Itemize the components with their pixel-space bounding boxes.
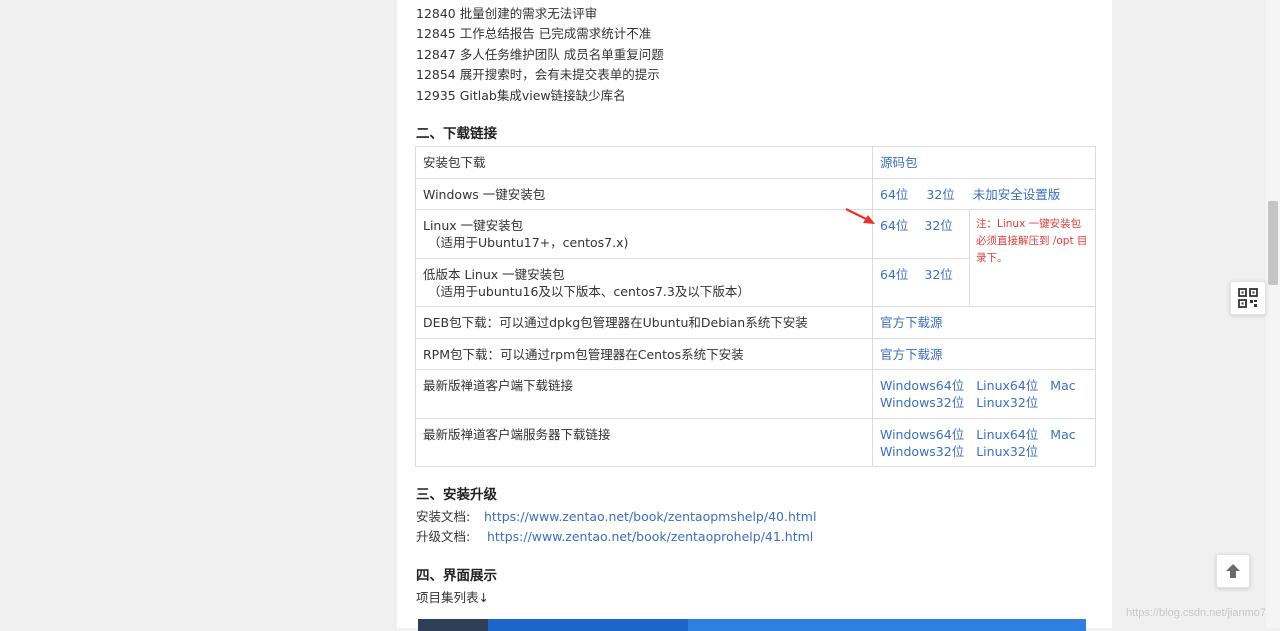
upgrade-doc-label: 升级文档: — [416, 529, 471, 544]
linux-package-sub: （适用于Ubuntu17+，centos7.x) — [428, 235, 629, 250]
changelog-item: 12840 批量创建的需求无法评审 — [416, 6, 598, 21]
table-header-left: 安装包下载 — [415, 146, 873, 179]
windows-package-label: Windows 一键安装包 — [415, 178, 873, 210]
install-doc-line: 安装文档: https://www.zentao.net/book/zentaop… — [416, 507, 816, 527]
windows-32-link[interactable]: 32位 — [926, 187, 954, 202]
upgrade-doc-link[interactable]: https://www.zentao.net/book/zentaoprohel… — [487, 529, 813, 544]
changelog-item: 12845 工作总结报告 已完成需求统计不准 — [416, 26, 652, 41]
qr-code-icon — [1238, 288, 1258, 308]
linux-old-package-label: 低版本 Linux 一键安装包 — [423, 267, 565, 282]
client-win64-link[interactable]: Windows64位 — [880, 378, 964, 393]
section-title-download: 二、下载链接 — [416, 126, 497, 142]
upgrade-doc-line: 升级文档: https://www.zentao.net/book/zentaop… — [416, 527, 813, 547]
rpm-source-link[interactable]: 官方下载源 — [880, 347, 943, 362]
section-title-install: 三、安装升级 — [416, 487, 497, 503]
install-doc-label: 安装文档: — [416, 509, 471, 524]
rpm-package-label: RPM包下载：可以通过rpm包管理器在Centos系统下安装 — [415, 338, 873, 370]
arrow-up-icon — [1226, 564, 1240, 578]
linux-package-cell: Linux 一键安装包 （适用于Ubuntu17+，centos7.x) — [415, 209, 873, 259]
client-mac-link[interactable]: Mac — [1050, 378, 1075, 393]
server-linux64-link[interactable]: Linux64位 — [976, 427, 1038, 442]
changelog-item: 12854 展开搜索时，会有未提交表单的提示 — [416, 67, 660, 82]
linux-old-64-link[interactable]: 64位 — [880, 267, 908, 282]
client-linux32-link[interactable]: Linux32位 — [976, 395, 1038, 410]
client-win32-link[interactable]: Windows32位 — [880, 395, 964, 410]
scrollbar-thumb[interactable] — [1268, 201, 1278, 285]
linux-old-32-link[interactable]: 32位 — [924, 267, 952, 282]
changelog-item: 12935 Gitlab集成view链接缺少库名 — [416, 88, 626, 103]
linux-note: 注：Linux 一键安装包必须直接解压到 /opt 目录下。 — [968, 209, 1097, 307]
changelog-item: 12847 多人任务维护团队 成员名单重复问题 — [416, 47, 664, 62]
linux-old-package-cell: 低版本 Linux 一键安装包 （适用于ubuntu16及以下版本、centos… — [415, 258, 873, 307]
server-mac-link[interactable]: Mac — [1050, 427, 1075, 442]
server-win32-link[interactable]: Windows32位 — [880, 444, 964, 459]
linux-old-package-sub: （适用于ubuntu16及以下版本、centos7.3及以下版本） — [428, 284, 750, 299]
linux-32-link[interactable]: 32位 — [924, 218, 952, 233]
qr-code-button[interactable] — [1230, 281, 1266, 315]
scrollbar-track[interactable] — [1266, 0, 1280, 628]
windows-nosecurity-link[interactable]: 未加安全设置版 — [973, 187, 1061, 202]
server-download-label: 最新版禅道客户端服务器下载链接 — [415, 418, 873, 467]
screenshot-preview-image — [418, 619, 1086, 631]
install-doc-link[interactable]: https://www.zentao.net/book/zentaopmshel… — [484, 509, 816, 524]
section-title-ui: 四、界面展示 — [416, 568, 497, 584]
client-download-label: 最新版禅道客户端下载链接 — [415, 369, 873, 419]
ui-caption: 项目集列表↓ — [416, 590, 489, 605]
windows-64-link[interactable]: 64位 — [880, 187, 908, 202]
linux-package-label: Linux 一键安装包 — [423, 218, 524, 233]
download-table: 安装包下载 源码包 Windows 一键安装包 64位 32位 未加安全设置版 … — [415, 146, 1097, 467]
watermark: https://blog.csdn.net/jianmo777 — [1126, 607, 1279, 619]
deb-package-label: DEB包下载：可以通过dpkg包管理器在Ubuntu和Debian系统下安装 — [415, 306, 873, 339]
back-to-top-button[interactable] — [1216, 554, 1250, 588]
client-linux64-link[interactable]: Linux64位 — [976, 378, 1038, 393]
server-win64-link[interactable]: Windows64位 — [880, 427, 964, 442]
server-linux32-link[interactable]: Linux32位 — [976, 444, 1038, 459]
deb-source-link[interactable]: 官方下载源 — [880, 315, 943, 330]
linux-64-link[interactable]: 64位 — [880, 218, 908, 233]
red-arrow-icon — [845, 208, 875, 224]
source-package-link[interactable]: 源码包 — [880, 155, 918, 170]
